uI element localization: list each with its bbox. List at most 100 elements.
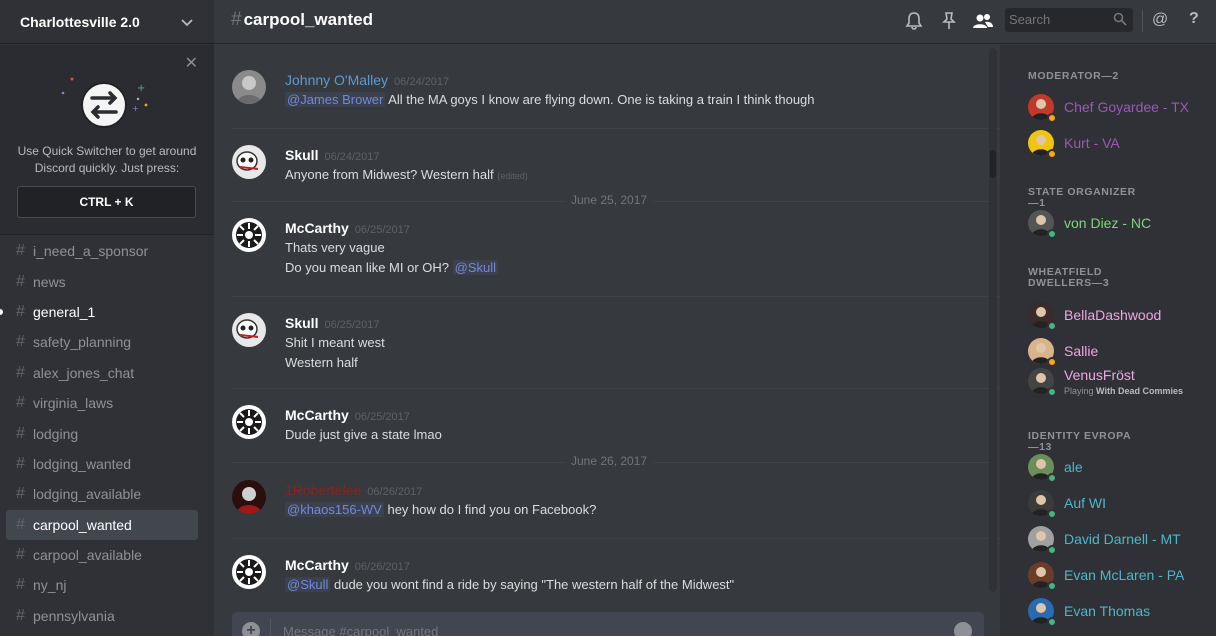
member-item[interactable]: VenusFröst Playing With Dead Commies: [1028, 367, 1183, 397]
channel-item-virginia_laws[interactable]: # virginia_laws: [6, 388, 198, 418]
quick-switcher-text: Use Quick Switcher to get around Discord…: [17, 144, 197, 175]
hash-icon: #: [16, 302, 25, 320]
member-item[interactable]: ale: [1028, 454, 1083, 483]
member-name: ale: [1064, 459, 1083, 475]
member-avatar: [1028, 490, 1057, 519]
message-text: Shit I meant west: [285, 335, 385, 350]
avatar[interactable]: [232, 145, 266, 179]
message-content: Thats very vague: [285, 240, 385, 255]
channel-item-safety_planning[interactable]: # safety_planning: [6, 327, 198, 357]
member-avatar: [1028, 94, 1057, 123]
message-content: hey how do I find you on Facebook?: [383, 502, 597, 517]
date-divider: June 26, 2017: [232, 454, 990, 468]
channel-item-lodging[interactable]: # lodging: [6, 418, 198, 448]
channel-title: # carpool_wanted: [231, 9, 373, 31]
user-mention[interactable]: @Skull: [452, 260, 498, 275]
member-avatar: [1028, 368, 1057, 397]
date-divider-label: June 25, 2017: [565, 193, 654, 207]
member-item[interactable]: Auf WI: [1028, 490, 1106, 519]
message-content: Shit I meant west: [285, 335, 385, 350]
quick-switcher-shortcut[interactable]: CTRL + K: [17, 186, 196, 218]
message-author[interactable]: Skull: [285, 147, 318, 163]
message-timestamp: 06/25/2017: [354, 224, 410, 236]
discord-app: Charlottesville 2.0 ✕ + + Use Quick Swit…: [0, 0, 1216, 636]
scrollbar-thumb[interactable]: [990, 150, 996, 178]
message-group: McCarthy 06/26/2017 @Skull dude you wont f…: [232, 538, 1000, 601]
channel-item-news[interactable]: # news: [6, 266, 198, 296]
hash-icon: #: [16, 394, 25, 412]
member-item[interactable]: Evan Thomas: [1028, 598, 1150, 627]
message-author[interactable]: McCarthy: [285, 220, 349, 236]
channel-item-general_1[interactable]: # general_1: [0, 297, 198, 327]
server-name: Charlottesville 2.0: [20, 13, 140, 30]
member-item[interactable]: von Diez - NC: [1028, 210, 1151, 239]
emoji-icon[interactable]: [954, 622, 972, 636]
status-online-icon: [1047, 473, 1057, 483]
member-item[interactable]: Sallie: [1028, 338, 1098, 367]
status-idle-icon: [1047, 113, 1057, 123]
upload-plus-icon[interactable]: +: [242, 622, 260, 636]
member-item[interactable]: Evan McLaren - PA: [1028, 562, 1184, 591]
message-author[interactable]: McCarthy: [285, 557, 349, 573]
message-author[interactable]: McCarthy: [285, 407, 349, 423]
member-item[interactable]: Chef Goyardee - TX: [1028, 94, 1189, 123]
avatar[interactable]: [232, 405, 266, 439]
status-online-icon: [1047, 545, 1057, 555]
member-avatar: [1028, 562, 1057, 591]
member-item[interactable]: David Darnell - MT: [1028, 526, 1181, 555]
channel-item-lodging_wanted[interactable]: # lodging_wanted: [6, 449, 198, 479]
avatar[interactable]: [232, 555, 266, 589]
message-header: Johnny O'Malley 06/24/2017: [285, 72, 449, 88]
status-online-icon: [1047, 581, 1057, 591]
help-icon[interactable]: ?: [1189, 10, 1199, 28]
message-group: McCarthy 06/25/2017 Thats very vague Do you…: [232, 202, 1000, 276]
channel-item-alex_jones_chat[interactable]: # alex_jones_chat: [6, 358, 198, 388]
member-item[interactable]: Kurt - VA: [1028, 130, 1120, 159]
hash-icon: #: [16, 606, 25, 624]
scrollbar-track[interactable]: [989, 48, 997, 592]
channel-item-i_need_a_sponsor[interactable]: # i_need_a_sponsor: [6, 236, 198, 266]
member-avatar: [1028, 210, 1057, 239]
channel-label: general_1: [33, 303, 96, 320]
message-group: Skull 06/24/2017 Anyone from Midwest? West…: [232, 128, 1000, 202]
channel-item-lodging_available[interactable]: # lodging_available: [6, 479, 198, 509]
channel-label: lodging_wanted: [33, 455, 132, 472]
user-mention[interactable]: @James Brower: [285, 92, 386, 107]
message-timestamp: 06/24/2017: [394, 76, 450, 88]
hash-icon: #: [16, 424, 25, 442]
search-input[interactable]: Search: [1005, 8, 1133, 32]
search-placeholder: Search: [1009, 12, 1051, 27]
mentions-icon[interactable]: @: [1152, 11, 1168, 29]
member-item[interactable]: BellaDashwood: [1028, 302, 1161, 331]
channel-item-carpool_wanted[interactable]: # carpool_wanted: [6, 509, 198, 540]
members-icon[interactable]: [972, 11, 994, 31]
unread-indicator: [0, 308, 3, 315]
status-online-icon: [1047, 387, 1057, 397]
channel-item-carpool_available[interactable]: # carpool_available: [6, 540, 198, 570]
user-mention[interactable]: @Skull: [285, 577, 331, 592]
close-icon[interactable]: ✕: [185, 56, 198, 72]
activity-prefix: Playing: [1064, 386, 1097, 396]
message-content: Western half: [285, 355, 358, 370]
avatar[interactable]: [232, 70, 266, 104]
message-author[interactable]: Johnny O'Malley: [285, 72, 388, 88]
composer-divider: [270, 619, 271, 636]
server-header[interactable]: Charlottesville 2.0: [0, 0, 214, 44]
search-icon: [1113, 12, 1127, 26]
hash-icon: #: [16, 576, 25, 594]
message-author[interactable]: 1Robertelee: [285, 482, 361, 498]
channel-item-pennsylvania[interactable]: # pennsylvania: [6, 601, 198, 631]
message-text: Thats very vague: [285, 240, 385, 255]
user-mention[interactable]: @khaos156-WV: [285, 502, 384, 517]
member-avatar: [1028, 338, 1057, 367]
message-content: Anyone from Midwest? Western half: [285, 167, 494, 182]
channel-item-ny_nj[interactable]: # ny_nj: [6, 570, 198, 600]
avatar[interactable]: [232, 480, 266, 514]
quick-switcher-tip: ✕ + + Use Quick Switcher to get around D…: [0, 45, 214, 235]
pin-icon[interactable]: [939, 11, 959, 31]
message-composer[interactable]: + Message #carpool_wanted: [232, 612, 984, 636]
avatar[interactable]: [232, 218, 266, 252]
avatar[interactable]: [232, 313, 266, 347]
message-author[interactable]: Skull: [285, 315, 318, 331]
bell-icon[interactable]: [904, 11, 924, 31]
